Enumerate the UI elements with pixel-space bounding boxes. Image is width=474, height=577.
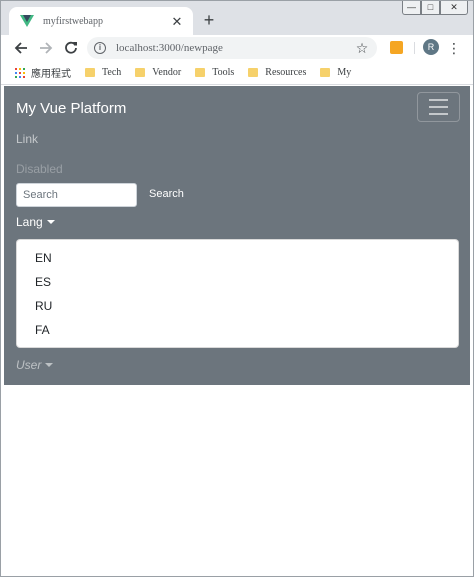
- bookmark-label: Tools: [212, 67, 235, 78]
- browser-menu-icon[interactable]: ⋮: [447, 39, 461, 57]
- tab-strip: myfirstwebapp ✕ + — □ ✕: [1, 1, 473, 35]
- search-input[interactable]: [16, 183, 137, 207]
- tab-title: myfirstwebapp: [43, 15, 103, 27]
- bookmark-label: Vendor: [152, 67, 182, 78]
- bookmark-star-icon[interactable]: ☆: [354, 41, 370, 55]
- apps-shortcut[interactable]: 應用程式: [15, 65, 71, 80]
- lang-label: Lang: [16, 215, 43, 229]
- vue-logo-icon: [19, 14, 35, 28]
- minimize-window-button[interactable]: —: [402, 1, 421, 15]
- hamburger-line: [429, 99, 448, 101]
- browser-tab[interactable]: myfirstwebapp ✕: [9, 7, 193, 35]
- lang-dropdown-toggle[interactable]: Lang: [16, 215, 55, 229]
- bookmark-vendor[interactable]: Vendor: [135, 67, 181, 78]
- browser-toolbar: i localhost:3000/newpage ☆ R ⋮: [1, 35, 473, 61]
- navbar-toggler-button[interactable]: [417, 92, 460, 122]
- lang-dropdown-menu: EN ES RU FA: [16, 239, 459, 348]
- toolbar-divider: [414, 42, 415, 54]
- bookmarks-bar: 應用程式 Tech Vendor Tools Resources My: [1, 61, 473, 85]
- folder-icon: [248, 68, 259, 77]
- navbar-brand[interactable]: My Vue Platform: [16, 100, 126, 117]
- profile-avatar[interactable]: R: [423, 39, 439, 55]
- search-button[interactable]: Search: [149, 188, 184, 200]
- dropdown-item-en[interactable]: EN: [17, 246, 458, 270]
- reload-icon[interactable]: [61, 38, 81, 58]
- bookmark-label: My: [337, 67, 352, 78]
- browser-window: myfirstwebapp ✕ + — □ ✕ i localhost:3000…: [0, 0, 474, 577]
- folder-icon: [85, 68, 95, 77]
- site-info-icon[interactable]: i: [94, 42, 106, 54]
- folder-icon: [320, 68, 331, 77]
- bookmark-tech[interactable]: Tech: [85, 67, 121, 78]
- address-bar[interactable]: i localhost:3000/newpage ☆: [87, 37, 377, 59]
- dropdown-item-ru[interactable]: RU: [17, 294, 458, 318]
- bookmark-label: Resources: [265, 67, 307, 78]
- dropdown-item-es[interactable]: ES: [17, 270, 458, 294]
- bookmark-resources[interactable]: Resources: [248, 67, 306, 78]
- bookmark-label: Tech: [102, 67, 122, 78]
- close-window-button[interactable]: ✕: [440, 1, 468, 15]
- tab-close-icon[interactable]: ✕: [169, 13, 185, 29]
- navbar: My Vue Platform Link Disabled Search Lan…: [4, 86, 470, 385]
- nav-link-disabled: Disabled: [16, 162, 63, 176]
- hamburger-line: [429, 106, 448, 108]
- user-label: User: [16, 358, 42, 372]
- maximize-window-button[interactable]: □: [421, 1, 440, 15]
- extension-icon[interactable]: [390, 41, 403, 54]
- caret-down-icon: [46, 220, 55, 224]
- apps-label: 應用程式: [31, 69, 71, 80]
- folder-icon: [195, 68, 206, 77]
- bookmark-my[interactable]: My: [320, 67, 351, 78]
- folder-icon: [135, 68, 146, 77]
- apps-grid-icon: [15, 67, 25, 78]
- page-content: My Vue Platform Link Disabled Search Lan…: [1, 86, 473, 576]
- bookmark-tools[interactable]: Tools: [195, 67, 234, 78]
- user-dropdown-toggle[interactable]: User: [16, 358, 54, 372]
- new-tab-icon[interactable]: +: [199, 10, 219, 30]
- nav-link[interactable]: Link: [16, 132, 38, 146]
- hamburger-line: [429, 113, 448, 115]
- caret-down-icon: [45, 363, 54, 367]
- url-text[interactable]: localhost:3000/newpage: [116, 42, 354, 54]
- back-arrow-icon[interactable]: [11, 38, 31, 58]
- forward-arrow-icon[interactable]: [36, 38, 56, 58]
- dropdown-item-fa[interactable]: FA: [17, 318, 458, 342]
